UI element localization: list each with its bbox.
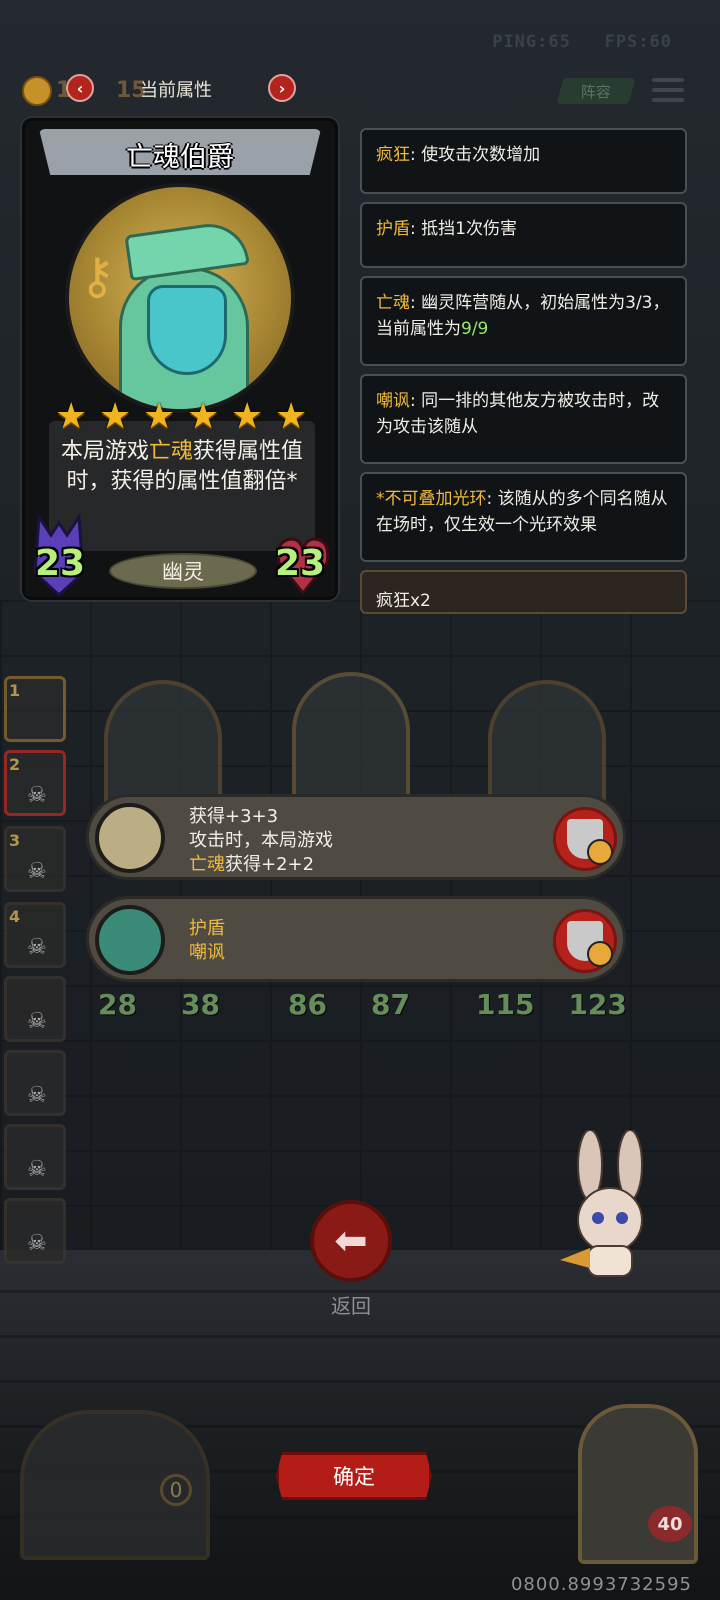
buff-row: 获得+3+3 攻击时，本局游戏 亡魂获得+2+2 <box>86 794 626 880</box>
side-slot[interactable]: ☠ <box>4 1198 66 1264</box>
ghost-beard-art <box>147 285 227 375</box>
shield-minus-icon <box>567 921 613 967</box>
buff-text: 护盾 嘲讽 <box>189 918 225 963</box>
keyword-soul: 亡魂: 幽灵阵营随从，初始属性为3/3，当前属性为9/9 <box>360 276 687 366</box>
buff-row: 护盾 嘲讽 <box>86 896 626 982</box>
side-slot[interactable]: 4 ☠ <box>4 902 66 968</box>
star-icon: ★ <box>187 396 220 437</box>
minion-stats: 115 123 <box>476 988 627 1021</box>
back-button[interactable]: ⬅ <box>310 1200 392 1282</box>
bunny-mascot <box>560 1130 643 1277</box>
remove-buff-button[interactable] <box>553 807 617 871</box>
board-minion[interactable] <box>292 672 410 812</box>
skull-icon: ☠ <box>27 1009 47 1034</box>
health-value: 23 <box>275 543 326 584</box>
confirm-button[interactable]: 确定 <box>276 1452 432 1500</box>
ghost-hat-art <box>124 218 250 282</box>
back-label: 返回 <box>331 1294 371 1318</box>
remove-buff-button[interactable] <box>553 909 617 973</box>
star-icon: ★ <box>143 396 176 437</box>
star-icon: ★ <box>275 396 308 437</box>
prev-arrow-button[interactable]: ‹ <box>66 74 94 102</box>
side-slot[interactable]: ☠ <box>4 1124 66 1190</box>
player-level-badge: 40 <box>648 1506 692 1542</box>
keyword-taunt: 嘲讽: 同一排的其他友方被攻击时，改为攻击该随从 <box>360 374 687 464</box>
keyword-shield: 护盾: 抵挡1次伤害 <box>360 202 687 268</box>
buff-text: 获得+3+3 攻击时，本局游戏 亡魂获得+2+2 <box>189 806 333 875</box>
arrow-left-icon: ⬅ <box>334 1218 368 1264</box>
tribe-highlight: 亡魂 <box>148 439 193 464</box>
side-slot[interactable]: 3 ☠ <box>4 826 66 892</box>
keyword-frenzy: 疯狂: 使攻击次数增加 <box>360 128 687 194</box>
side-slot[interactable]: ☠ <box>4 976 66 1042</box>
card-description: 本局游戏亡魂获得属性值时，获得的属性值翻倍* <box>60 439 304 494</box>
key-icon: ⚷ <box>79 247 116 305</box>
coin-icon <box>22 76 52 106</box>
side-slot[interactable]: 1 <box>4 676 66 742</box>
card-name: 亡魂伯爵 <box>126 142 234 173</box>
gold-counter: 0 <box>160 1474 192 1506</box>
skull-icon: ☠ <box>27 935 47 960</box>
game-id: 0800.8993732595 <box>510 1574 692 1595</box>
skull-icon: ☠ <box>27 783 47 808</box>
minion-stats: 28 38 <box>98 988 220 1021</box>
skull-icon: ☠ <box>27 1157 47 1182</box>
star-rating: ★ ★ ★ ★ ★ ★ <box>55 399 311 435</box>
tribe-badge: 幽灵 <box>109 553 257 589</box>
side-slot[interactable]: 2 ☠ <box>4 750 66 816</box>
side-slot[interactable]: ☠ <box>4 1050 66 1116</box>
shield-minus-icon <box>567 819 613 865</box>
skull-icon: ☠ <box>27 1083 47 1108</box>
skull-icon: ☠ <box>27 859 47 884</box>
star-icon: ★ <box>231 396 264 437</box>
card-portrait: ⚷ <box>65 183 295 413</box>
minion-card: 亡魂伯爵 ⚷ ★ ★ ★ ★ ★ ★ 本局游戏亡魂获得属性值时，获得的属性值翻倍… <box>22 118 338 600</box>
attack-value: 23 <box>35 543 86 584</box>
menu-icon[interactable] <box>652 78 684 102</box>
fps-text: FPS:60 <box>604 32 672 52</box>
next-arrow-button[interactable]: › <box>268 74 296 102</box>
skull-icon: ☠ <box>27 1231 47 1256</box>
star-icon: ★ <box>55 396 88 437</box>
buff-source-icon <box>95 905 165 975</box>
network-status: PING:65 FPS:60 <box>492 32 672 52</box>
keyword-aura: *不可叠加光环: 该随从的多个同名随从在场时，仅生效一个光环效果 <box>360 472 687 562</box>
star-icon: ★ <box>99 396 132 437</box>
buff-source-icon <box>95 803 165 873</box>
keyword-frenzy-count: 疯狂x2 <box>360 570 687 614</box>
minion-stats: 86 87 <box>288 988 410 1021</box>
page-title: 当前属性 <box>140 80 212 101</box>
lineup-button[interactable]: 阵容 <box>556 78 636 104</box>
ping-text: PING:65 <box>492 32 571 52</box>
